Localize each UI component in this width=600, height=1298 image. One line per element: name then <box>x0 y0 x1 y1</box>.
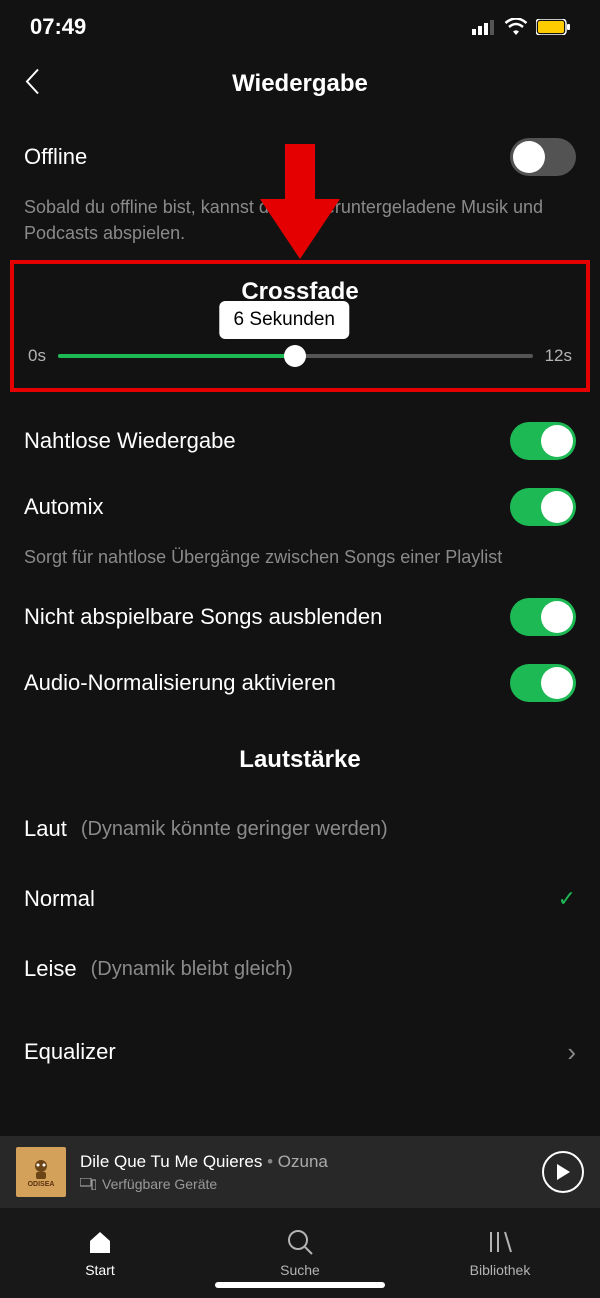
track-title: Dile Que Tu Me Quieres <box>80 1152 262 1171</box>
slider-min: 0s <box>28 346 46 366</box>
chevron-left-icon <box>24 68 40 96</box>
normalize-toggle[interactable] <box>510 664 576 702</box>
volume-quiet[interactable]: Leise (Dynamik bleibt gleich) <box>24 934 576 1004</box>
status-bar: 07:49 <box>0 0 600 54</box>
volume-normal[interactable]: Normal ✓ <box>24 864 576 934</box>
back-button[interactable] <box>24 68 40 101</box>
play-icon <box>556 1164 570 1180</box>
available-devices[interactable]: Verfügbare Geräte <box>80 1176 528 1192</box>
tab-start[interactable]: Start <box>0 1208 200 1298</box>
track-artist: Ozuna <box>278 1152 328 1171</box>
automix-row: Automix <box>24 474 576 540</box>
status-icons <box>472 18 570 36</box>
header: Wiedergabe <box>0 54 600 114</box>
hide-unplayable-label: Nicht abspielbare Songs ausblenden <box>24 604 382 630</box>
search-icon <box>286 1228 314 1256</box>
volume-loud-hint: (Dynamik könnte geringer werden) <box>81 818 388 841</box>
equalizer-label: Equalizer <box>24 1039 116 1065</box>
status-time: 07:49 <box>30 14 86 40</box>
volume-quiet-hint: (Dynamik bleibt gleich) <box>91 958 293 981</box>
library-icon <box>486 1228 514 1256</box>
album-art: ODISEA <box>16 1147 66 1197</box>
annotation-arrow-icon <box>260 144 340 264</box>
home-icon <box>86 1228 114 1256</box>
album-art-label: ODISEA <box>28 1181 55 1188</box>
normalize-row: Audio-Normalisierung aktivieren <box>24 650 576 716</box>
home-indicator[interactable] <box>215 1282 385 1288</box>
volume-heading: Lautstärke <box>24 746 576 774</box>
automix-label: Automix <box>24 494 103 520</box>
crossfade-slider[interactable]: 0s 6 Sekunden 12s <box>28 346 572 366</box>
signal-icon <box>472 19 496 35</box>
now-playing-text: Dile Que Tu Me Quieres • Ozuna Verfügbar… <box>80 1152 528 1192</box>
volume-quiet-label: Leise <box>24 956 77 982</box>
tab-library[interactable]: Bibliothek <box>400 1208 600 1298</box>
offline-label: Offline <box>24 144 87 170</box>
automix-description: Sorgt für nahtlose Übergänge zwischen So… <box>24 544 576 570</box>
equalizer-row[interactable]: Equalizer › <box>24 1024 576 1080</box>
hide-unplayable-row: Nicht abspielbare Songs ausblenden <box>24 584 576 650</box>
seamless-label: Nahtlose Wiedergabe <box>24 428 236 454</box>
checkmark-icon: ✓ <box>558 886 576 912</box>
seamless-toggle[interactable] <box>510 422 576 460</box>
normalize-label: Audio-Normalisierung aktivieren <box>24 670 336 696</box>
slider-tooltip: 6 Sekunden <box>220 301 349 339</box>
battery-icon <box>536 19 570 35</box>
play-button[interactable] <box>542 1151 584 1193</box>
hide-unplayable-toggle[interactable] <box>510 598 576 636</box>
seamless-row: Nahtlose Wiedergabe <box>24 408 576 474</box>
slider-track[interactable]: 6 Sekunden <box>58 354 533 358</box>
now-playing-bar[interactable]: ODISEA Dile Que Tu Me Quieres • Ozuna Ve… <box>0 1136 600 1208</box>
wifi-icon <box>504 18 528 36</box>
volume-loud-label: Laut <box>24 816 67 842</box>
volume-loud[interactable]: Laut (Dynamik könnte geringer werden) <box>24 794 576 864</box>
devices-icon <box>80 1178 96 1190</box>
offline-toggle[interactable] <box>510 138 576 176</box>
chevron-right-icon: › <box>567 1037 576 1068</box>
page-title: Wiedergabe <box>232 70 368 98</box>
slider-max: 12s <box>545 346 572 366</box>
volume-normal-label: Normal <box>24 886 95 912</box>
automix-toggle[interactable] <box>510 488 576 526</box>
crossfade-highlight: Crossfade 0s 6 Sekunden 12s <box>10 260 590 392</box>
